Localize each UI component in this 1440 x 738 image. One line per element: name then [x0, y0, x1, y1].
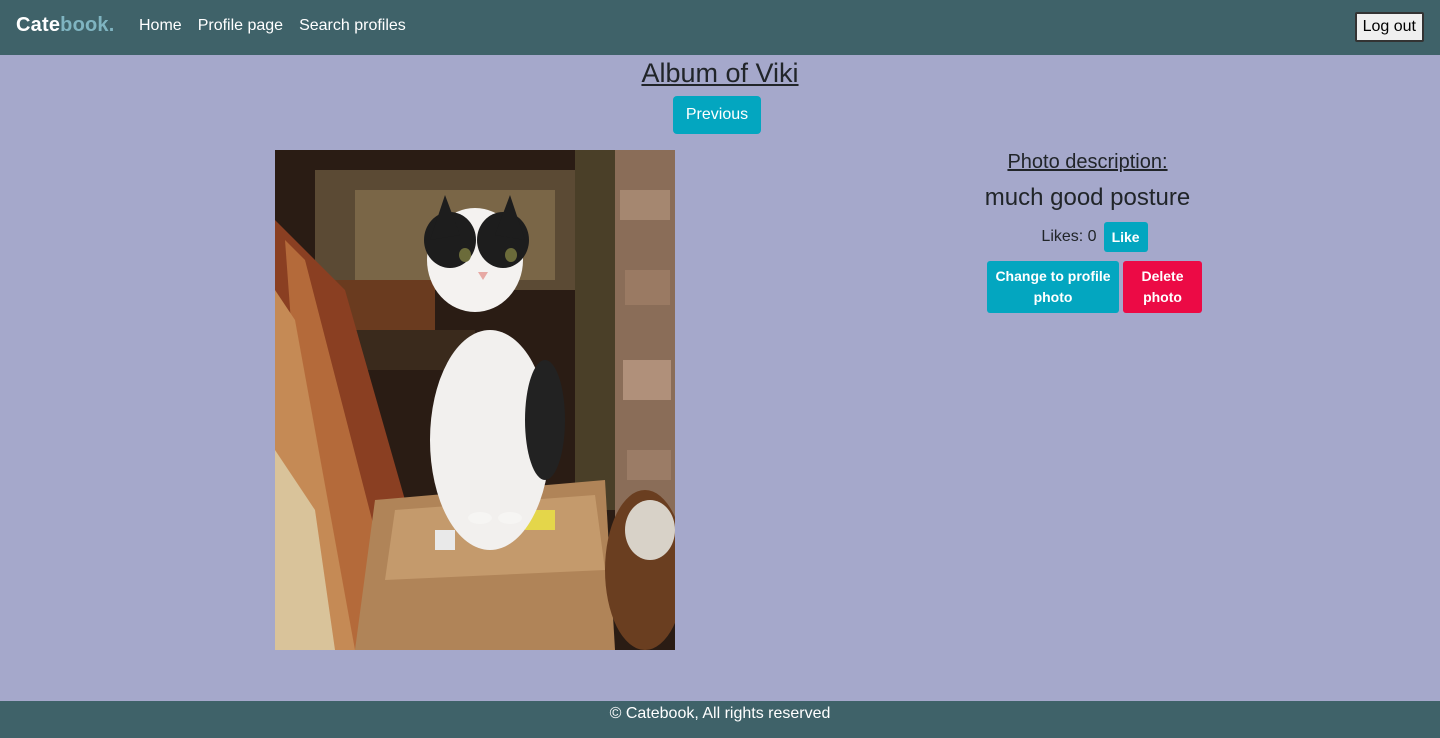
footer-text: © Catebook, All rights reserved	[609, 705, 831, 722]
change-to-profile-photo-button[interactable]: Change to profile photo	[987, 261, 1119, 313]
like-button[interactable]: Like	[1103, 222, 1148, 252]
brand-text-part1: Cate	[16, 14, 61, 36]
photo-details-panel: Photo description: much good posture Lik…	[950, 150, 1225, 313]
likes-row: Likes: 0 Like	[964, 222, 1225, 252]
nav-link-profile-page[interactable]: Profile page	[198, 17, 283, 35]
top-navbar: Catebook. Home Profile page Search profi…	[0, 0, 1440, 55]
nav-links: Home Profile page Search profiles	[139, 17, 406, 35]
nav-link-search-profiles[interactable]: Search profiles	[299, 17, 406, 35]
logout-button[interactable]: Log out	[1354, 12, 1424, 42]
description-text: much good posture	[984, 184, 1191, 211]
footer: © Catebook, All rights reserved	[0, 701, 1440, 738]
brand-logo[interactable]: Catebook.	[16, 14, 115, 37]
album-title[interactable]: Album of Viki	[0, 56, 1440, 90]
brand-text-part2: book.	[60, 14, 115, 36]
likes-count: Likes: 0	[1041, 228, 1097, 245]
cat-photo	[275, 150, 675, 650]
delete-photo-button[interactable]: Delete photo	[1123, 261, 1202, 313]
description-heading: Photo description:	[1007, 151, 1168, 173]
nav-link-home[interactable]: Home	[139, 17, 182, 35]
previous-button[interactable]: Previous	[673, 96, 761, 134]
photo-actions: Change to profile photo Delete photo	[964, 261, 1225, 313]
